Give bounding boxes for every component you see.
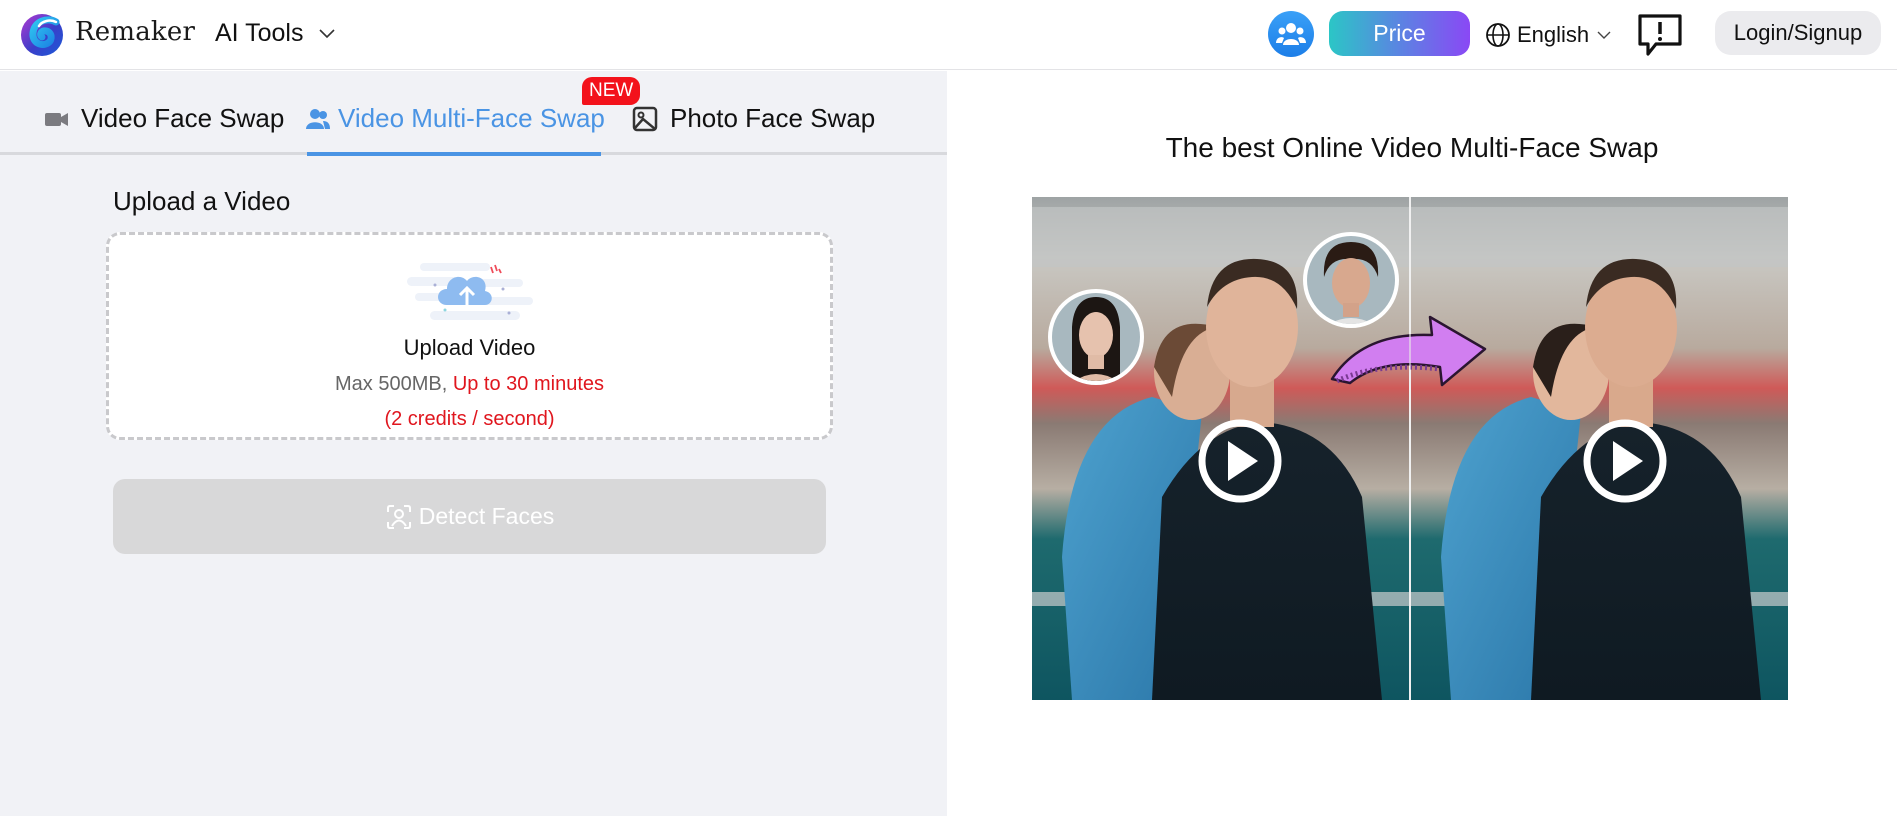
active-tab-indicator [307,152,601,156]
tab-label: Video Face Swap [81,103,285,133]
dropzone-title: Upload Video [403,335,536,360]
chevron-down-icon [319,28,336,38]
upload-section-title: Upload a Video [113,186,291,216]
image-icon [632,106,658,132]
detect-faces-button[interactable]: Detect Faces [113,479,826,554]
tab-video-face-swap[interactable]: Video Face Swap [45,103,284,134]
max-size-text: Max 500MB, [334,373,448,395]
new-badge: NEW [582,77,641,105]
source-face-male [1303,232,1399,328]
right-panel: The best Online Video Multi-Face Swap [947,71,1897,816]
demo-preview-image [1032,197,1788,700]
chevron-down-icon [1597,31,1611,39]
brand-name[interactable]: Remaker [75,17,195,47]
detect-faces-label: Detect Faces [418,503,555,529]
ai-tools-menu[interactable]: AI Tools [215,19,336,48]
demo-video-preview[interactable] [1032,197,1788,700]
community-button[interactable] [1268,11,1314,57]
login-signup-button[interactable]: Login/Signup [1715,11,1881,55]
users-group-icon [1276,23,1306,45]
swapped-frame [1411,197,1788,700]
feedback-icon[interactable] [1636,12,1684,58]
credits-note: (2 credits / second) [384,408,555,430]
language-label: English [1517,22,1590,47]
language-selector[interactable]: English [1485,22,1611,48]
source-face-female [1048,289,1144,385]
duration-limit-text: Up to 30 minutes [452,373,605,395]
tab-video-multi-face-swap[interactable]: Video Multi-Face Swap [306,103,605,134]
video-camera-icon [45,111,69,127]
upload-limits: Max 500MB, Up to 30 minutes [109,373,830,396]
users-icon [306,108,330,130]
video-upload-dropzone[interactable]: Upload Video Max 500MB, Up to 30 minutes… [106,232,833,440]
price-button[interactable]: Price [1329,11,1470,56]
remaker-logo-icon[interactable] [20,13,64,57]
left-panel: Video Face Swap Video Multi-Face Swap NE… [0,71,947,816]
cloud-upload-icon [407,263,533,320]
tool-tabs: Video Face Swap Video Multi-Face Swap NE… [0,71,947,156]
ai-tools-label: AI Tools [215,19,304,47]
tab-label: Video Multi-Face Swap [338,103,605,133]
globe-icon [1486,23,1510,47]
preview-title: The best Online Video Multi-Face Swap [1165,132,1659,163]
face-scan-icon [386,504,411,529]
top-header: Remaker AI Tools Price English Login/Sig… [0,0,1897,70]
tab-photo-face-swap[interactable]: Photo Face Swap [632,103,875,134]
tab-label: Photo Face Swap [670,103,876,133]
